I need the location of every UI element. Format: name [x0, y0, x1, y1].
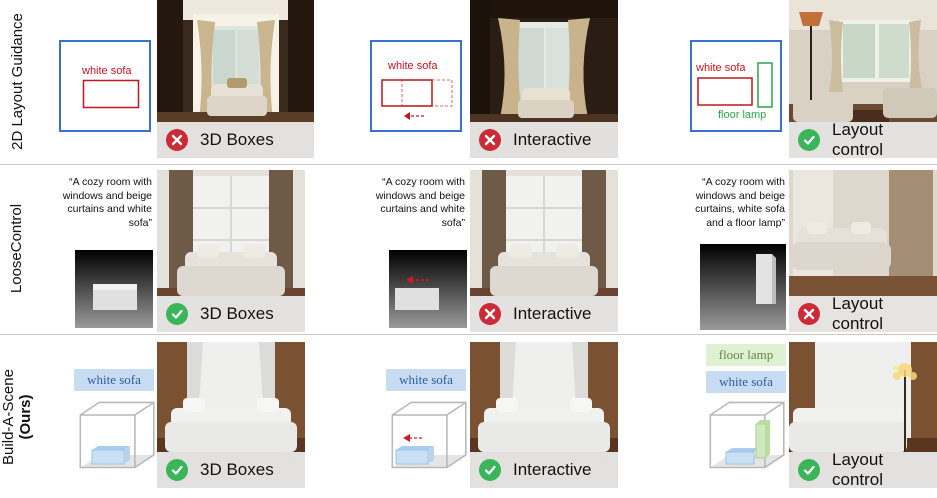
row-divider [0, 164, 937, 165]
room-photo: Layout control [789, 342, 937, 488]
depth-map [75, 250, 153, 328]
caption-label: 3D Boxes [200, 460, 274, 479]
result-caption: Interactive [470, 296, 618, 332]
row-label-text: LooseControl [8, 203, 26, 293]
room-photo: Interactive [470, 342, 618, 488]
row-label: Build-A-Scene (Ours) [0, 336, 34, 498]
lamp-tag: floor lamp [706, 344, 786, 366]
room-photo: Interactive [470, 170, 618, 332]
caption-label: 3D Boxes [200, 130, 274, 149]
room-photo: Interactive [470, 0, 618, 158]
sofa-tag: white sofa [386, 369, 466, 391]
3d-box-scene [79, 401, 155, 469]
success-check-icon [166, 459, 188, 481]
row-label: 2D Layout Guidance [0, 0, 34, 162]
sofa-tag: white sofa [706, 371, 786, 393]
prompt-text: “A cozy room with windows and beige curt… [695, 176, 785, 229]
sofa-lamp-bbox [697, 62, 773, 108]
sofa-bbox [82, 79, 140, 109]
result-caption: 3D Boxes [157, 296, 305, 332]
room-photo: Layout control [789, 170, 937, 332]
row-label-subtitle: (Ours) [17, 394, 35, 440]
caption-label: Layout control [832, 120, 884, 158]
fail-x-icon [166, 129, 188, 151]
caption-label: 3D Boxes [200, 304, 274, 323]
result-caption: Layout control [789, 120, 937, 158]
prompt-text: “A cozy room with windows and beige curt… [62, 176, 152, 229]
fail-x-icon [479, 303, 501, 325]
result-caption: Interactive [470, 452, 618, 488]
result-caption: Layout control [789, 450, 937, 488]
row-label-text: 2D Layout Guidance [8, 12, 26, 150]
prompt-text: “A cozy room with windows and beige curt… [375, 176, 465, 229]
result-caption: 3D Boxes [157, 122, 314, 158]
caption-label: Interactive [513, 304, 592, 323]
sofa-move-diagram [381, 79, 453, 120]
caption-label: Layout control [832, 294, 884, 332]
success-check-icon [166, 303, 188, 325]
depth-map [389, 250, 467, 328]
room-photo: 3D Boxes [157, 342, 305, 488]
room-photo: 3D Boxes [157, 170, 305, 332]
success-check-icon [798, 129, 820, 151]
room-photo: Layout control [789, 0, 937, 158]
sofa-label: white sofa [388, 60, 438, 72]
room-photo: 3D Boxes [157, 0, 314, 158]
caption-label: Interactive [513, 460, 592, 479]
result-caption: Interactive [470, 122, 618, 158]
row-loosecontrol: LooseControl “A cozy room with windows a… [0, 166, 937, 332]
lamp-label: floor lamp [718, 109, 767, 121]
fail-x-icon [798, 303, 820, 325]
result-caption: 3D Boxes [157, 452, 305, 488]
row-build-a-scene: Build-A-Scene (Ours) white sofa 3D Boxes… [0, 336, 937, 498]
depth-map [700, 244, 786, 330]
success-check-icon [479, 459, 501, 481]
row-label: LooseControl [0, 166, 34, 330]
row-label-text: Build-A-Scene (Ours) [0, 369, 34, 465]
result-caption: Layout control [789, 294, 937, 332]
caption-label: Interactive [513, 130, 592, 149]
row-2d-layout-guidance: 2D Layout Guidance white sofa 3D Boxes w… [0, 0, 937, 162]
caption-label: Layout control [832, 450, 884, 488]
sofa-tag: white sofa [74, 369, 154, 391]
3d-box-scene [709, 401, 785, 469]
sofa-label: white sofa [82, 65, 132, 77]
fail-x-icon [479, 129, 501, 151]
row-label-title: Build-A-Scene [0, 369, 18, 465]
success-check-icon [798, 459, 820, 481]
3d-box-scene [391, 401, 467, 469]
row-divider [0, 334, 937, 335]
